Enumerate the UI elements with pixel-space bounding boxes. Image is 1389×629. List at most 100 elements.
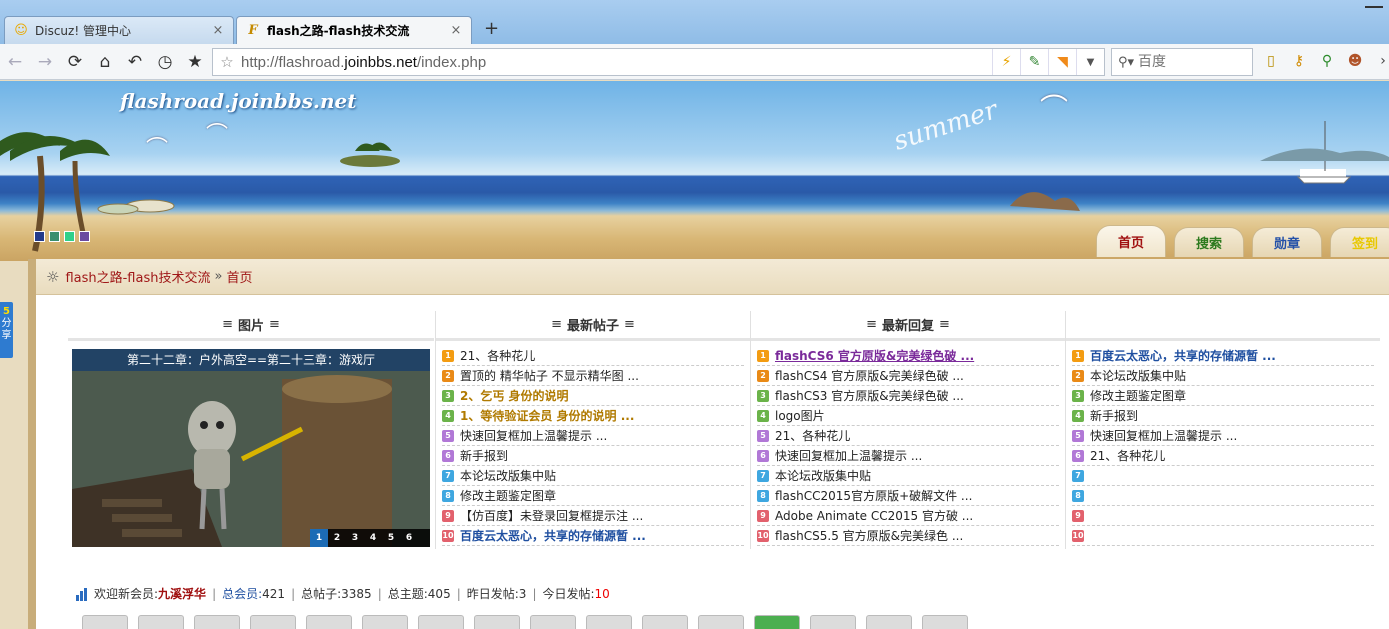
avatar[interactable] [82,615,128,629]
slide-page-6[interactable]: 6 [400,529,418,547]
style-swatch-2[interactable] [49,231,60,242]
list-item[interactable]: 5 21、各种花儿 [757,426,1059,446]
undo-icon[interactable]: ↶ [120,47,150,77]
thread-title-link[interactable]: 修改主题鉴定图章 [460,487,556,504]
slide-caption[interactable]: 第二十二章：户外高空==第二十三章：游戏厅 [72,349,430,371]
avatar[interactable] [530,615,576,629]
thread-title-link[interactable]: 【仿百度】未登录回复框提示注 ... [460,507,643,524]
avatar[interactable] [810,615,856,629]
thread-title-link[interactable]: flashCS3 官方原版&完美绿色破 ... [775,387,964,404]
notes-icon[interactable]: ▯ [1260,50,1282,72]
new-member-link[interactable]: 九溪浮华 [158,585,206,602]
avatar[interactable] [362,615,408,629]
list-item[interactable]: 9 【仿百度】未登录回复框提示注 ... [442,506,744,526]
avatar[interactable] [474,615,520,629]
avatar[interactable] [922,615,968,629]
list-item[interactable]: 1 flashCS6 官方原版&完美绿色破 ... [757,346,1059,366]
new-tab-button[interactable]: + [484,18,499,39]
back-icon[interactable]: ← [0,47,30,77]
list-item[interactable]: 2 本论坛改版集中贴 [1072,366,1374,386]
list-item[interactable]: 2 flashCS4 官方原版&完美绿色破 ... [757,366,1059,386]
list-item[interactable]: 10 flashCS5.5 官方原版&完美绿色 ... [757,526,1059,546]
chevron-down-icon[interactable]: ▼ [1076,49,1104,75]
avatar[interactable] [866,615,912,629]
thread-title-link[interactable]: flashCS6 官方原版&完美绿色破 ... [775,347,974,364]
slide-page-1[interactable]: 1 [310,529,328,547]
avatar[interactable] [250,615,296,629]
search-input[interactable] [1138,54,1235,70]
address-bar[interactable]: ☆ http://flashroad.joinbbs.net/index.php… [212,48,1105,76]
bookmarks-star-icon[interactable]: ★ [180,47,210,77]
lightning-icon[interactable]: ⚡ [992,49,1020,75]
tab-close-icon[interactable]: × [211,23,225,38]
user-search-icon[interactable]: ⚲ [1316,50,1338,72]
style-swatch-4[interactable] [79,231,90,242]
search-icon[interactable]: ⚲▾ [1118,55,1134,70]
url-text[interactable]: http://flashroad.joinbbs.net/index.php [241,54,992,71]
list-item[interactable]: 9 [1072,506,1374,526]
thread-title-link[interactable]: 快速回复框加上温馨提示 ... [460,427,607,444]
list-item[interactable]: 6 快速回复框加上温馨提示 ... [757,446,1059,466]
search-box[interactable]: ⚲▾ [1111,48,1253,76]
browser-tab-flashroad[interactable]: F flash之路-flash技术交流 × [236,16,472,44]
list-item[interactable]: 1 21、各种花儿 [442,346,744,366]
tab-checkin[interactable]: 签到 [1330,227,1389,257]
bookmark-page-icon[interactable]: ☆ [213,53,241,71]
list-item[interactable]: 8 修改主题鉴定图章 [442,486,744,506]
thread-title-link[interactable]: flashCS4 官方原版&完美绿色破 ... [775,367,964,384]
slide-page-4[interactable]: 4 [364,529,382,547]
rss-icon[interactable]: ◥ [1048,49,1076,75]
list-item[interactable]: 4 logo图片 [757,406,1059,426]
list-item[interactable]: 2 置顶的 精华帖子 不显示精华图 ... [442,366,744,386]
overflow-arrow-icon[interactable]: › [1372,50,1389,72]
list-item[interactable]: 6 新手报到 [442,446,744,466]
list-item[interactable]: 3 2、乞丐 身份的说明 [442,386,744,406]
thread-title-link[interactable]: 本论坛改版集中贴 [775,467,871,484]
avatar[interactable] [306,615,352,629]
thread-title-link[interactable]: flashCC2015官方原版+破解文件 ... [775,487,972,504]
thread-title-link[interactable]: 本论坛改版集中贴 [460,467,556,484]
thread-title-link[interactable]: 21、各种花儿 [1090,447,1165,464]
list-item[interactable]: 8 [1072,486,1374,506]
list-item[interactable]: 3 修改主题鉴定图章 [1072,386,1374,406]
thread-title-link[interactable]: logo图片 [775,407,825,424]
thread-title-link[interactable]: 21、各种花儿 [775,427,850,444]
thread-title-link[interactable]: 21、各种花儿 [460,347,535,364]
list-item[interactable]: 7 [1072,466,1374,486]
list-item[interactable]: 6 21、各种花儿 [1072,446,1374,466]
thread-title-link[interactable]: 快速回复框加上温馨提示 ... [1090,427,1237,444]
thread-title-link[interactable]: 1、等待验证会员 身份的说明 ... [460,407,634,424]
thread-title-link[interactable]: 置顶的 精华帖子 不显示精华图 ... [460,367,639,384]
forward-icon[interactable]: → [30,47,60,77]
picture-slideshow[interactable]: 第二十二章：户外高空==第二十三章：游戏厅 1 2 3 4 5 6 [72,349,430,547]
thread-title-link[interactable]: 百度云太恶心，共享的存储源暂 ... [1090,347,1276,364]
tab-medals[interactable]: 勋章 [1252,227,1322,257]
list-item[interactable]: 1 百度云太恶心，共享的存储源暂 ... [1072,346,1374,366]
thread-title-link[interactable]: 新手报到 [460,447,508,464]
thread-title-link[interactable]: 百度云太恶心，共享的存储源暂 ... [460,527,646,544]
window-minimize-icon[interactable] [1365,0,1383,8]
thread-title-link[interactable]: 修改主题鉴定图章 [1090,387,1186,404]
thread-title-link[interactable]: Adobe Animate CC2015 官方破 ... [775,507,973,524]
style-swatch-3[interactable] [64,231,75,242]
thread-title-link[interactable]: 本论坛改版集中贴 [1090,367,1186,384]
thread-title-link[interactable]: 2、乞丐 身份的说明 [460,387,569,404]
list-item[interactable]: 5 快速回复框加上温馨提示 ... [1072,426,1374,446]
avatar[interactable] [754,615,800,629]
avatar[interactable] [418,615,464,629]
style-swatch-1[interactable] [34,231,45,242]
home-icon[interactable]: ⌂ [90,47,120,77]
browser-tab-discuz-admin[interactable]: ☺ Discuz! 管理中心 × [4,16,234,44]
key-icon[interactable]: ⚷ [1288,50,1310,72]
addon-face-icon[interactable]: ☻ [1344,50,1366,72]
thread-title-link[interactable]: 新手报到 [1090,407,1138,424]
list-item[interactable]: 7 本论坛改版集中贴 [442,466,744,486]
history-icon[interactable]: ◷ [150,47,180,77]
avatar[interactable] [194,615,240,629]
site-logo[interactable]: flashroad.joinbbs.net [120,89,357,113]
thread-title-link[interactable]: flashCS5.5 官方原版&完美绿色 ... [775,527,963,544]
tab-search[interactable]: 搜索 [1174,227,1244,257]
list-item[interactable]: 7 本论坛改版集中贴 [757,466,1059,486]
share-button[interactable]: 5 分 享 [0,302,13,358]
extension-pin-icon[interactable]: ✎ [1020,49,1048,75]
